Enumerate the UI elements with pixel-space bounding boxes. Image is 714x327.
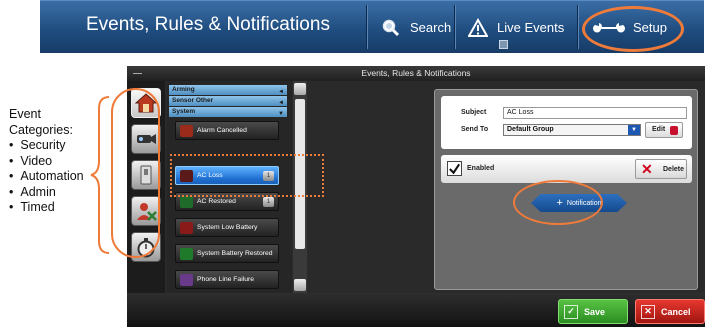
scroll-up-arrow-icon[interactable] bbox=[294, 83, 306, 95]
cancel-button[interactable]: ✕ Cancel bbox=[635, 299, 705, 324]
group-label: Arming bbox=[172, 86, 195, 93]
send-to-select[interactable]: Default Group ▼ bbox=[503, 124, 641, 136]
notification-highlight-ring bbox=[513, 180, 603, 225]
subject-label: Subject bbox=[461, 109, 487, 116]
battery-restored-icon bbox=[180, 248, 193, 260]
event-categories-annotation: Event Categories: Security Video Automat… bbox=[9, 107, 84, 216]
nav-divider bbox=[366, 5, 367, 49]
list-item[interactable]: System Battery Restored bbox=[175, 244, 279, 263]
bullet-security: Security bbox=[9, 138, 84, 154]
rule-label: Phone Line Failure bbox=[197, 276, 255, 283]
search-label: Search bbox=[410, 20, 452, 35]
search-icon bbox=[380, 17, 402, 39]
setup-highlight-ring bbox=[582, 6, 684, 52]
rule-label: AC Restored bbox=[197, 198, 236, 205]
notification-form: Subject AC Loss Send To Default Group ▼ … bbox=[441, 96, 692, 149]
group-sensor-other[interactable]: Sensor Other ◄ bbox=[169, 96, 287, 106]
bullet-timed: Timed bbox=[9, 200, 84, 216]
group-system[interactable]: System ▼ bbox=[169, 107, 287, 117]
live-events-label: Live Events bbox=[497, 20, 565, 35]
send-to-label: Send To bbox=[461, 126, 489, 133]
app-title: Events, Rules & Notifications bbox=[86, 14, 330, 35]
delete-button[interactable]: ✕ Delete bbox=[635, 159, 687, 179]
nav-divider bbox=[454, 5, 455, 49]
selected-rule-highlight-box bbox=[170, 154, 324, 197]
window-title: Events, Rules & Notifications bbox=[361, 68, 471, 78]
subject-input[interactable]: AC Loss bbox=[503, 107, 687, 119]
dropdown-arrow-icon[interactable]: ▼ bbox=[628, 125, 640, 135]
search-button[interactable]: Search bbox=[380, 1, 451, 54]
close-icon: ✕ bbox=[641, 304, 655, 319]
low-battery-icon bbox=[180, 222, 193, 234]
rule-label: Alarm Cancelled bbox=[197, 127, 247, 134]
enabled-delete-bar: Enabled ✕ Delete bbox=[441, 155, 692, 183]
list-item[interactable]: Phone Line Failure bbox=[175, 270, 279, 289]
list-item[interactable]: Alarm Cancelled bbox=[175, 121, 279, 140]
alarm-cancelled-icon bbox=[180, 125, 193, 137]
edit-label: Edit bbox=[652, 126, 666, 133]
list-item[interactable]: System Low Battery bbox=[175, 218, 279, 237]
save-label: Save bbox=[584, 306, 606, 317]
group-arming[interactable]: Arming ◄ bbox=[169, 85, 287, 95]
categories-highlight-ring bbox=[111, 88, 160, 258]
phone-line-failure-icon bbox=[180, 274, 193, 286]
annotation-heading: Event bbox=[9, 107, 41, 121]
bullet-admin: Admin bbox=[9, 185, 84, 201]
delete-x-icon: ✕ bbox=[641, 161, 653, 177]
warning-triangle-icon bbox=[467, 17, 489, 39]
group-label: System bbox=[172, 108, 196, 115]
rule-label: System Battery Restored bbox=[197, 250, 273, 257]
check-icon: ✓ bbox=[564, 304, 578, 319]
nav-divider bbox=[577, 5, 578, 49]
curly-brace-icon bbox=[90, 96, 110, 254]
send-to-value: Default Group bbox=[507, 126, 554, 133]
edit-group-icon bbox=[670, 126, 678, 135]
rule-count-badge: 1 bbox=[263, 197, 274, 207]
ac-restored-icon bbox=[180, 196, 193, 208]
annotation-heading: Categories: bbox=[9, 122, 73, 137]
live-events-button[interactable]: Live Events bbox=[467, 1, 564, 54]
window-titlebar: Events, Rules & Notifications bbox=[127, 66, 705, 81]
enabled-checkbox[interactable] bbox=[447, 161, 462, 176]
cancel-label: Cancel bbox=[661, 306, 691, 317]
bullet-video: Video bbox=[9, 154, 84, 170]
rule-label: System Low Battery bbox=[197, 224, 258, 231]
checkmark-icon bbox=[449, 163, 460, 174]
edit-button[interactable]: Edit bbox=[645, 122, 683, 138]
group-label: Sensor Other bbox=[172, 97, 214, 104]
enabled-label: Enabled bbox=[467, 165, 495, 172]
save-button[interactable]: ✓ Save bbox=[558, 299, 628, 324]
category-bullet-list: Security Video Automation Admin Timed bbox=[9, 138, 84, 216]
delete-label: Delete bbox=[663, 166, 685, 173]
scroll-down-arrow-icon[interactable] bbox=[294, 279, 306, 291]
live-events-indicator bbox=[499, 40, 508, 49]
bullet-automation: Automation bbox=[9, 169, 83, 185]
bottom-action-bar: ✓ Save ✕ Cancel bbox=[127, 293, 705, 327]
expand-arrow-icon: ▼ bbox=[278, 111, 284, 117]
